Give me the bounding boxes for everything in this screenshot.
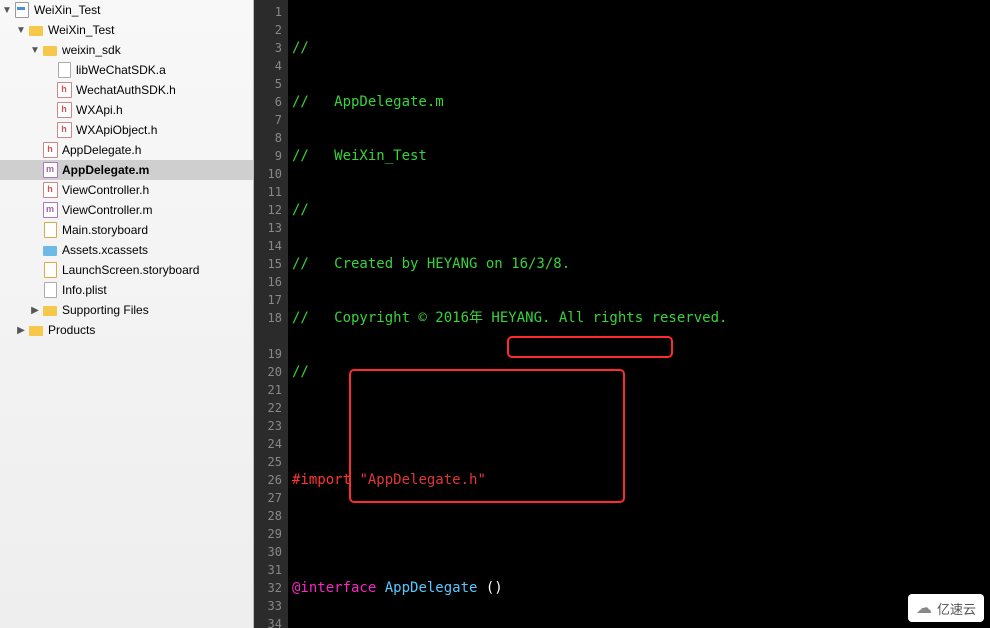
tree-root[interactable]: ▼ WeiXin_Test — [0, 0, 253, 20]
header-file-icon — [42, 182, 58, 198]
tree-file[interactable]: LaunchScreen.storyboard — [0, 260, 253, 280]
tree-file[interactable]: Assets.xcassets — [0, 240, 253, 260]
tree-label: WeiXin_Test — [34, 3, 100, 17]
xcode-project-icon — [14, 2, 30, 18]
tree-label: LaunchScreen.storyboard — [62, 263, 199, 277]
tree-group-supporting[interactable]: ▶ Supporting Files — [0, 300, 253, 320]
tree-label: AppDelegate.m — [62, 163, 149, 177]
tree-label: weixin_sdk — [62, 43, 121, 57]
header-file-icon — [56, 102, 72, 118]
watermark-badge: ☁ 亿速云 — [908, 594, 984, 622]
line-gutter: 12345 678910 1112131415 16171819 2021222… — [254, 0, 288, 628]
disclosure-triangle-icon[interactable]: ▼ — [2, 5, 12, 15]
tree-file[interactable]: WXApiObject.h — [0, 120, 253, 140]
tree-label: WeiXin_Test — [48, 23, 114, 37]
folder-icon — [28, 322, 44, 338]
tree-file[interactable]: Main.storyboard — [0, 220, 253, 240]
code-content[interactable]: // // AppDelegate.m // WeiXin_Test // //… — [288, 0, 962, 628]
plist-file-icon — [42, 282, 58, 298]
tree-file[interactable]: AppDelegate.h — [0, 140, 253, 160]
project-navigator: ▼ WeiXin_Test ▼ WeiXin_Test ▼ weixin_sdk… — [0, 0, 254, 628]
folder-icon — [42, 302, 58, 318]
disclosure-triangle-icon[interactable]: ▼ — [16, 25, 26, 35]
assets-file-icon — [42, 242, 58, 258]
annotation-highlight-appid — [507, 336, 673, 358]
tree-label: Main.storyboard — [62, 223, 148, 237]
storyboard-file-icon — [42, 222, 58, 238]
header-file-icon — [42, 142, 58, 158]
tree-label: Supporting Files — [62, 303, 149, 317]
storyboard-file-icon — [42, 262, 58, 278]
tree-label: WechatAuthSDK.h — [76, 83, 176, 97]
header-file-icon — [56, 122, 72, 138]
disclosure-triangle-icon[interactable]: ▶ — [30, 305, 40, 315]
tree-label: ViewController.h — [62, 183, 149, 197]
tree-group-products[interactable]: ▶ Products — [0, 320, 253, 340]
header-file-icon — [56, 82, 72, 98]
disclosure-triangle-icon[interactable]: ▶ — [16, 325, 26, 335]
impl-file-icon — [42, 162, 58, 178]
tree-file[interactable]: libWeChatSDK.a — [0, 60, 253, 80]
folder-icon — [42, 42, 58, 58]
tree-file[interactable]: WechatAuthSDK.h — [0, 80, 253, 100]
tree-file[interactable]: ViewController.m — [0, 200, 253, 220]
library-file-icon — [56, 62, 72, 78]
tree-label: AppDelegate.h — [62, 143, 141, 157]
tree-label: WXApi.h — [76, 103, 123, 117]
code-editor[interactable]: 12345 678910 1112131415 16171819 2021222… — [254, 0, 990, 628]
tree-target[interactable]: ▼ WeiXin_Test — [0, 20, 253, 40]
tree-label: Assets.xcassets — [62, 243, 148, 257]
tree-label: libWeChatSDK.a — [76, 63, 166, 77]
cloud-icon: ☁ — [916, 598, 932, 618]
tree-file[interactable]: Info.plist — [0, 280, 253, 300]
tree-file-selected[interactable]: AppDelegate.m — [0, 160, 253, 180]
tree-label: WXApiObject.h — [76, 123, 157, 137]
tree-group-sdk[interactable]: ▼ weixin_sdk — [0, 40, 253, 60]
tree-file[interactable]: ViewController.h — [0, 180, 253, 200]
watermark-text: 亿速云 — [937, 599, 976, 618]
impl-file-icon — [42, 202, 58, 218]
tree-file[interactable]: WXApi.h — [0, 100, 253, 120]
tree-label: ViewController.m — [62, 203, 152, 217]
tree-label: Info.plist — [62, 283, 107, 297]
folder-icon — [28, 22, 44, 38]
tree-label: Products — [48, 323, 95, 337]
disclosure-triangle-icon[interactable]: ▼ — [30, 45, 40, 55]
